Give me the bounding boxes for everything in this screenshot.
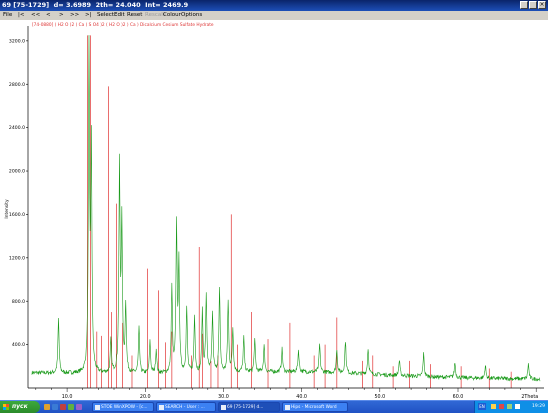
quicklaunch-app-icon[interactable]: [60, 404, 66, 410]
task-label: 69 [75-1729] d...: [227, 405, 264, 410]
task-pattern-viewer[interactable]: 69 [75-1729] d...: [218, 402, 280, 412]
start-button[interactable]: пуск: [0, 401, 40, 413]
quicklaunch-media-icon[interactable]: [76, 404, 82, 410]
system-tray: EN 19:29: [474, 401, 548, 413]
clock[interactable]: 19:29: [532, 401, 545, 413]
nav-prev-fast-button[interactable]: <<: [31, 11, 40, 20]
y-tick-label: 400.0: [12, 342, 25, 348]
nav-last-button[interactable]: >|: [85, 11, 91, 20]
app-icon: [95, 405, 100, 410]
y-tick-label: 2800.0: [9, 82, 25, 88]
app-icon: [221, 405, 226, 410]
quicklaunch-desktop-icon[interactable]: [68, 404, 74, 410]
app-icon: [159, 405, 164, 410]
y-tick-label: 800.0: [12, 299, 25, 305]
close-button[interactable]: ×: [538, 1, 546, 9]
language-indicator[interactable]: EN: [478, 403, 486, 410]
windows-logo-icon: [3, 404, 9, 410]
nav-next-fast-button[interactable]: >>: [70, 11, 79, 20]
y-tick-label: 3200.0: [9, 38, 25, 44]
y-tick-label: 1200.0: [9, 255, 25, 261]
minimize-button[interactable]: [520, 1, 528, 9]
nav-first-button[interactable]: |<: [18, 11, 24, 20]
measured-pattern-line: [31, 35, 541, 382]
menu-select[interactable]: Select: [97, 11, 114, 20]
nav-prev-button[interactable]: <: [46, 11, 51, 20]
y-axis-label: Intensity: [4, 199, 10, 219]
diffraction-chart: 400.0 800.0 1200.0 1600.0 2000.0 2400.0 2800.0…: [4, 26, 544, 400]
task-label: Hips - Microsoft Word: [291, 405, 337, 410]
quicklaunch-browser-icon[interactable]: [52, 404, 58, 410]
nav-next-button[interactable]: >: [59, 11, 64, 20]
quicklaunch-folder-icon[interactable]: [44, 404, 50, 410]
tray-antivirus-icon[interactable]: [499, 404, 504, 409]
task-label: SEARCH - User : ...: [165, 405, 205, 410]
word-icon: [285, 405, 290, 410]
menu-reset[interactable]: Reset: [127, 11, 142, 20]
menu-edit[interactable]: Edit: [114, 11, 125, 20]
start-label: пуск: [12, 403, 28, 410]
window-title-bar: 69 [75-1729] d= 3.6989 2th= 24.040 Int= …: [0, 0, 548, 11]
y-tick-label: 1600.0: [9, 212, 25, 218]
window-title: 69 [75-1729] d= 3.6989 2th= 24.040 Int= …: [2, 1, 189, 9]
taskbar: пуск STOE WinXPOW - [c... SEARCH - User …: [0, 400, 548, 413]
y-tick-label: 2400.0: [9, 125, 25, 131]
maximize-button[interactable]: [529, 1, 537, 9]
menu-colour[interactable]: Colour: [163, 11, 181, 20]
tray-app-icon[interactable]: [515, 404, 520, 409]
task-search[interactable]: SEARCH - User : ...: [156, 402, 216, 412]
task-word-hips[interactable]: Hips - Microsoft Word: [282, 402, 348, 412]
menu-file[interactable]: File: [3, 11, 12, 20]
diffraction-plot[interactable]: [74-0880] ( H2 O )2 ( Ca ( S O4 )2 ( H2 …: [0, 20, 548, 400]
menu-options[interactable]: Options: [181, 11, 202, 20]
y-tick-label: 2000.0: [9, 169, 25, 175]
task-label: STOE WinXPOW - [c...: [101, 405, 148, 410]
task-stoe-winxpow[interactable]: STOE WinXPOW - [c...: [92, 402, 154, 412]
tray-network-icon[interactable]: [491, 404, 496, 409]
tray-volume-icon[interactable]: [507, 404, 512, 409]
